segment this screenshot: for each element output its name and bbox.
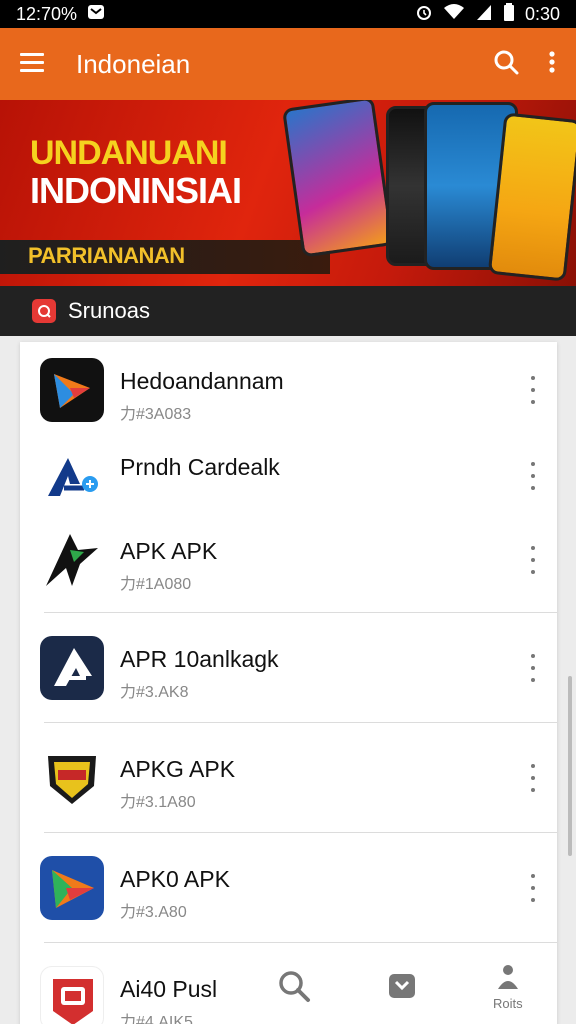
app-size: 力#1A080 (120, 576, 192, 593)
app-list-item[interactable]: Hedoandannam 力#3A083 (20, 346, 557, 434)
battery-icon (503, 2, 515, 26)
app-list-item[interactable]: APK0 APK 力#3.A80 (20, 844, 557, 932)
app-name: APK0 APK (120, 866, 230, 892)
nav-search[interactable] (277, 969, 311, 1006)
wifi-icon (443, 3, 465, 26)
app-bar: Indoneian (0, 28, 576, 100)
person-icon (496, 963, 520, 994)
app-list-item[interactable]: APKG APK 力#3.1A80 (20, 734, 557, 822)
app-icon (40, 528, 104, 592)
more-options-icon[interactable] (523, 376, 543, 404)
app-list-item[interactable]: APR 10anlkagk 力#3.AK8 (20, 624, 557, 712)
list-divider (44, 722, 557, 723)
app-name: Prndh Cardealk (120, 454, 280, 480)
app-icon (40, 358, 104, 422)
app-icon (40, 966, 104, 1024)
nav-profile[interactable]: Roits (493, 963, 523, 1011)
app-icon (40, 444, 104, 508)
menu-icon[interactable] (20, 51, 46, 78)
more-options-icon[interactable] (523, 874, 543, 902)
list-divider (44, 942, 557, 943)
notification-icon (87, 4, 105, 25)
more-options-icon[interactable] (523, 654, 543, 682)
alarm-icon (415, 3, 433, 26)
status-time: 12:70% (16, 3, 78, 24)
app-list-item[interactable]: APK APK 力#1A080 (20, 516, 557, 604)
app-title: Indoneian (76, 48, 191, 79)
status-right-time: 0:30 (524, 3, 560, 24)
app-name: Ai40 Pusl (120, 976, 218, 1002)
app-icon (40, 636, 104, 700)
app-size: 力#3.AK8 (120, 684, 189, 701)
banner-headline-2: INDONINSIAI (30, 170, 242, 211)
list-divider (44, 612, 557, 613)
section-badge-icon (32, 299, 56, 323)
app-name: Hedoandannam (120, 368, 284, 394)
app-size: 力#3A083 (120, 406, 192, 423)
app-list: Hedoandannam 力#3A083 Prndh Cardealk APK … (20, 342, 557, 1024)
more-options-icon[interactable] (523, 764, 543, 792)
banner-subtitle: PARRIANANAN (28, 243, 185, 268)
search-icon (277, 969, 311, 1006)
app-name: APR 10anlkagk (120, 646, 279, 672)
app-icon (40, 856, 104, 920)
scrollbar[interactable] (568, 676, 572, 856)
overflow-menu-icon[interactable] (548, 50, 556, 79)
app-list-item[interactable]: Prndh Cardealk (20, 432, 557, 520)
app-name: APKG APK (120, 756, 236, 782)
status-bar: 12:70% 0:30 (0, 0, 576, 28)
app-size: 力#3.1A80 (120, 794, 196, 811)
signal-icon (475, 3, 493, 26)
banner-headline-1: UNDANUANI (30, 134, 228, 172)
app-name: APK APK (120, 538, 218, 564)
app-icon (40, 746, 104, 810)
section-header: Srunoas (0, 286, 576, 336)
list-divider (44, 832, 557, 833)
more-options-icon[interactable] (523, 546, 543, 574)
nav-updates[interactable] (386, 970, 418, 1005)
inbox-icon (386, 970, 418, 1005)
more-options-icon[interactable] (523, 462, 543, 490)
nav-profile-label: Roits (492, 996, 523, 1011)
app-size: 力#4.AIK5 (120, 1014, 193, 1024)
phone-image-1 (282, 100, 394, 258)
app-size: 力#3.A80 (120, 904, 187, 921)
bottom-nav: Roits (240, 950, 560, 1024)
section-title: Srunoas (68, 298, 150, 323)
app-list-area: Hedoandannam 力#3A083 Prndh Cardealk APK … (0, 336, 576, 1024)
promo-banner[interactable]: UNDANUANI INDONINSIAI PARRIANANAN (0, 100, 576, 286)
phone-image-4 (487, 112, 576, 282)
search-icon[interactable] (492, 48, 520, 81)
